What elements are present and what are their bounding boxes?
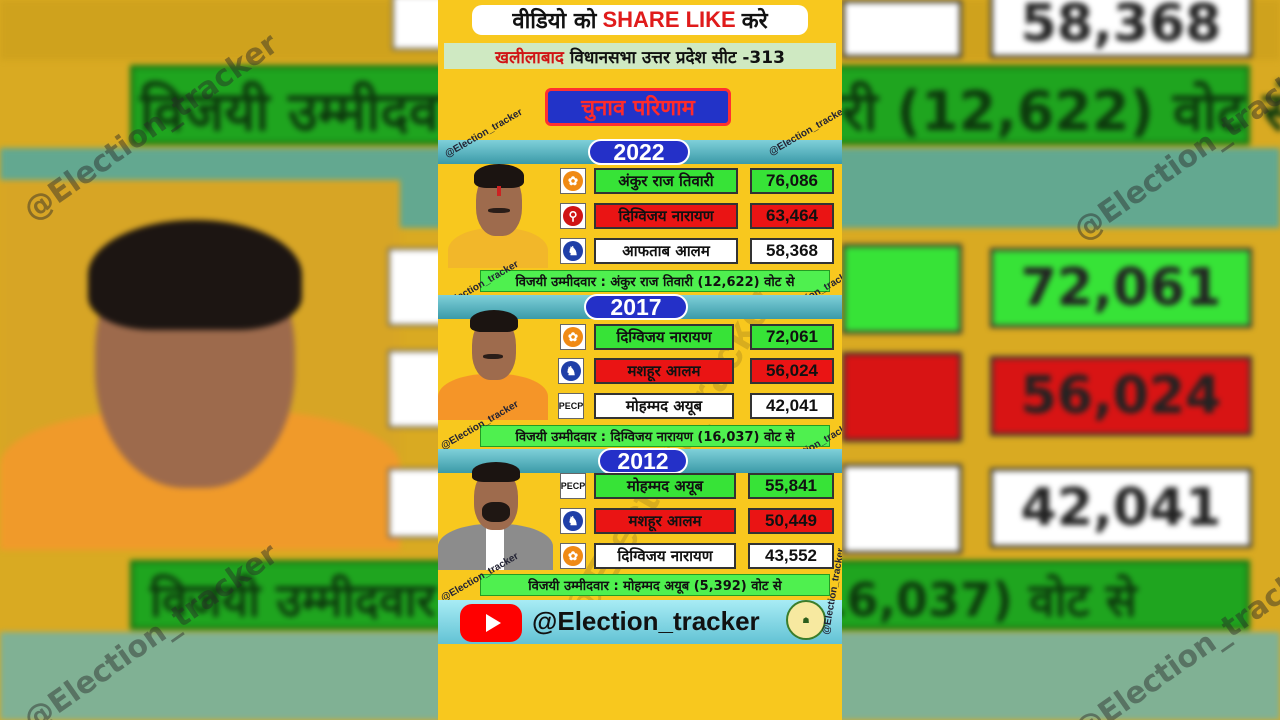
- bg-votes-box: 56,024: [990, 356, 1252, 436]
- bg-votes-box: 72,061: [990, 248, 1252, 328]
- candidate-name: दिग्विजय नारायण: [594, 203, 738, 229]
- candidate-name: मोहम्मद अयूब: [594, 393, 734, 419]
- vote-count: 55,841: [748, 473, 834, 499]
- candidate-name: मशहूर आलम: [594, 508, 736, 534]
- winner-summary: विजयी उम्मीदवार : दिग्विजय नारायण (16,03…: [480, 425, 830, 447]
- vote-count: 56,024: [750, 358, 834, 384]
- year-badge: 2012: [598, 448, 688, 474]
- vote-count: 58,368: [750, 238, 834, 264]
- candidate-name: दिग्विजय नारायण: [594, 543, 736, 569]
- bg-votes-box: 58,368: [990, 0, 1252, 58]
- pecp-party-logo: PECP: [560, 473, 586, 499]
- video-frame: विजयी उम्मीदवार : अंकुर राज तिवारी (12,6…: [0, 0, 1280, 720]
- bsp-elephant-icon: ♞: [560, 508, 586, 534]
- banner-text: वीडियो को: [512, 9, 597, 34]
- election-seal-logo: ☗: [786, 600, 826, 640]
- candidate-name: दिग्विजय नारायण: [594, 324, 734, 350]
- vote-count: 72,061: [750, 324, 834, 350]
- bjp-lotus-icon: ✿: [560, 543, 586, 569]
- constituency-name: खलीलाबाद: [495, 47, 564, 68]
- candidate-photo: [448, 164, 548, 268]
- candidate-name: अंकुर राज तिवारी: [594, 168, 738, 194]
- youtube-play-icon[interactable]: [460, 604, 522, 642]
- candidate-name: मोहम्मद अयूब: [594, 473, 736, 499]
- vote-count: 63,464: [750, 203, 834, 229]
- year-badge: 2017: [584, 294, 688, 320]
- candidate-photo: [438, 308, 548, 420]
- bjp-lotus-icon: ✿: [560, 168, 586, 194]
- vote-count: 42,041: [750, 393, 834, 419]
- candidate-name: आफताब आलम: [594, 238, 738, 264]
- assembly-label: विधानसभा उत्तर प्रदेश सीट -313: [569, 47, 785, 68]
- candidate-name: मशहूर आलम: [594, 358, 734, 384]
- winner-summary: विजयी उम्मीदवार : अंकुर राज तिवारी (12,6…: [480, 270, 830, 292]
- constituency-title: खलीलाबाद विधानसभा उत्तर प्रदेश सीट -313: [444, 43, 836, 69]
- vote-count: 76,086: [750, 168, 834, 194]
- result-card: @Election_tracker वीडियो को SHARE LIKE क…: [438, 0, 842, 720]
- bsp-elephant-icon: ♞: [560, 238, 586, 264]
- candidate-photo: [438, 462, 553, 570]
- banner-text: करे: [741, 9, 768, 34]
- share-like-banner: वीडियो को SHARE LIKE करे: [472, 5, 808, 35]
- winner-summary: विजयी उम्मीदवार : मोहम्मद अयूब (5,392) व…: [480, 574, 830, 596]
- result-title: चुनाव परिणाम: [545, 88, 731, 126]
- sp-cycle-icon: ⚲: [560, 203, 586, 229]
- bjp-lotus-icon: ✿: [560, 324, 586, 350]
- channel-handle[interactable]: @Election_tracker: [532, 606, 760, 637]
- share-like-text: SHARE LIKE: [602, 7, 736, 32]
- vote-count: 43,552: [748, 543, 834, 569]
- bsp-elephant-icon: ♞: [558, 358, 584, 384]
- year-badge: 2022: [588, 139, 690, 165]
- bg-votes-box: 42,041: [990, 468, 1252, 548]
- pecp-party-logo: PECP: [558, 393, 584, 419]
- vote-count: 50,449: [748, 508, 834, 534]
